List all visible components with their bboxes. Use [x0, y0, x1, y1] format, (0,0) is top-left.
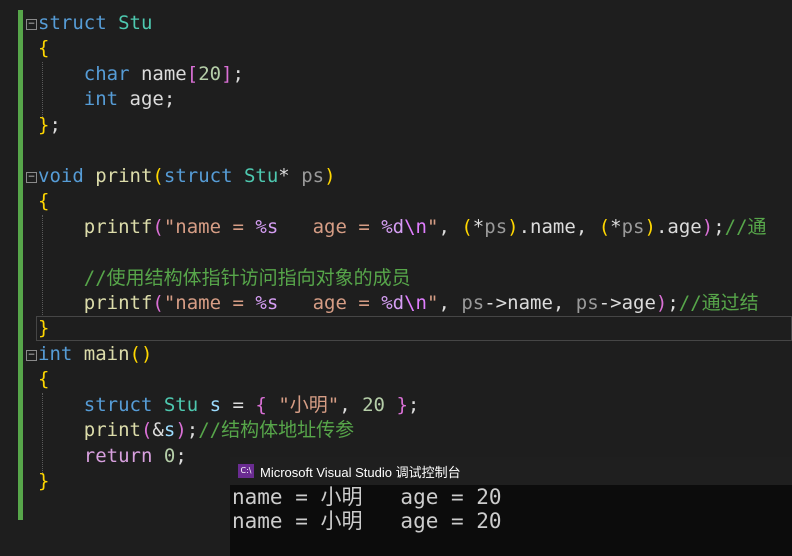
code-line: }: [38, 470, 50, 492]
code-line: print(&s);//结构体地址传参: [83, 419, 355, 441]
console-title-bar[interactable]: C:\ Microsoft Visual Studio 调试控制台: [230, 457, 792, 485]
console-output-line: name = 小明 age = 20: [232, 509, 502, 533]
code-line: return 0;: [83, 445, 187, 467]
change-indicator-bar: [18, 10, 23, 520]
code-line: struct Stu: [38, 12, 153, 34]
code-line: printf("name = %s age = %d\n", (*ps).nam…: [83, 216, 767, 238]
fold-toggle-icon[interactable]: −: [26, 350, 37, 361]
code-line: struct Stu s = { "小明", 20 };: [83, 394, 420, 416]
code-line: {: [38, 37, 50, 59]
code-line: printf("name = %s age = %d\n", ps->name,…: [83, 292, 759, 314]
code-line: char name[20];: [83, 63, 244, 85]
code-line: {: [38, 368, 50, 390]
debug-console-window[interactable]: C:\ Microsoft Visual Studio 调试控制台 name =…: [230, 457, 792, 556]
fold-toggle-icon[interactable]: −: [26, 172, 37, 183]
code-line: void print(struct Stu* ps): [38, 165, 336, 187]
code-line: }: [38, 317, 50, 339]
visual-studio-icon: C:\: [238, 464, 254, 478]
console-output-line: name = 小明 age = 20: [232, 485, 502, 509]
console-title: Microsoft Visual Studio 调试控制台: [260, 464, 461, 480]
code-comment-line: //使用结构体指针访问指向对象的成员: [83, 267, 411, 289]
current-line-highlight: [36, 316, 792, 341]
code-line: int age;: [83, 88, 176, 110]
code-line: int main(): [38, 343, 153, 365]
fold-toggle-icon[interactable]: −: [26, 19, 37, 30]
code-line: {: [38, 190, 50, 212]
code-line: };: [38, 114, 61, 136]
